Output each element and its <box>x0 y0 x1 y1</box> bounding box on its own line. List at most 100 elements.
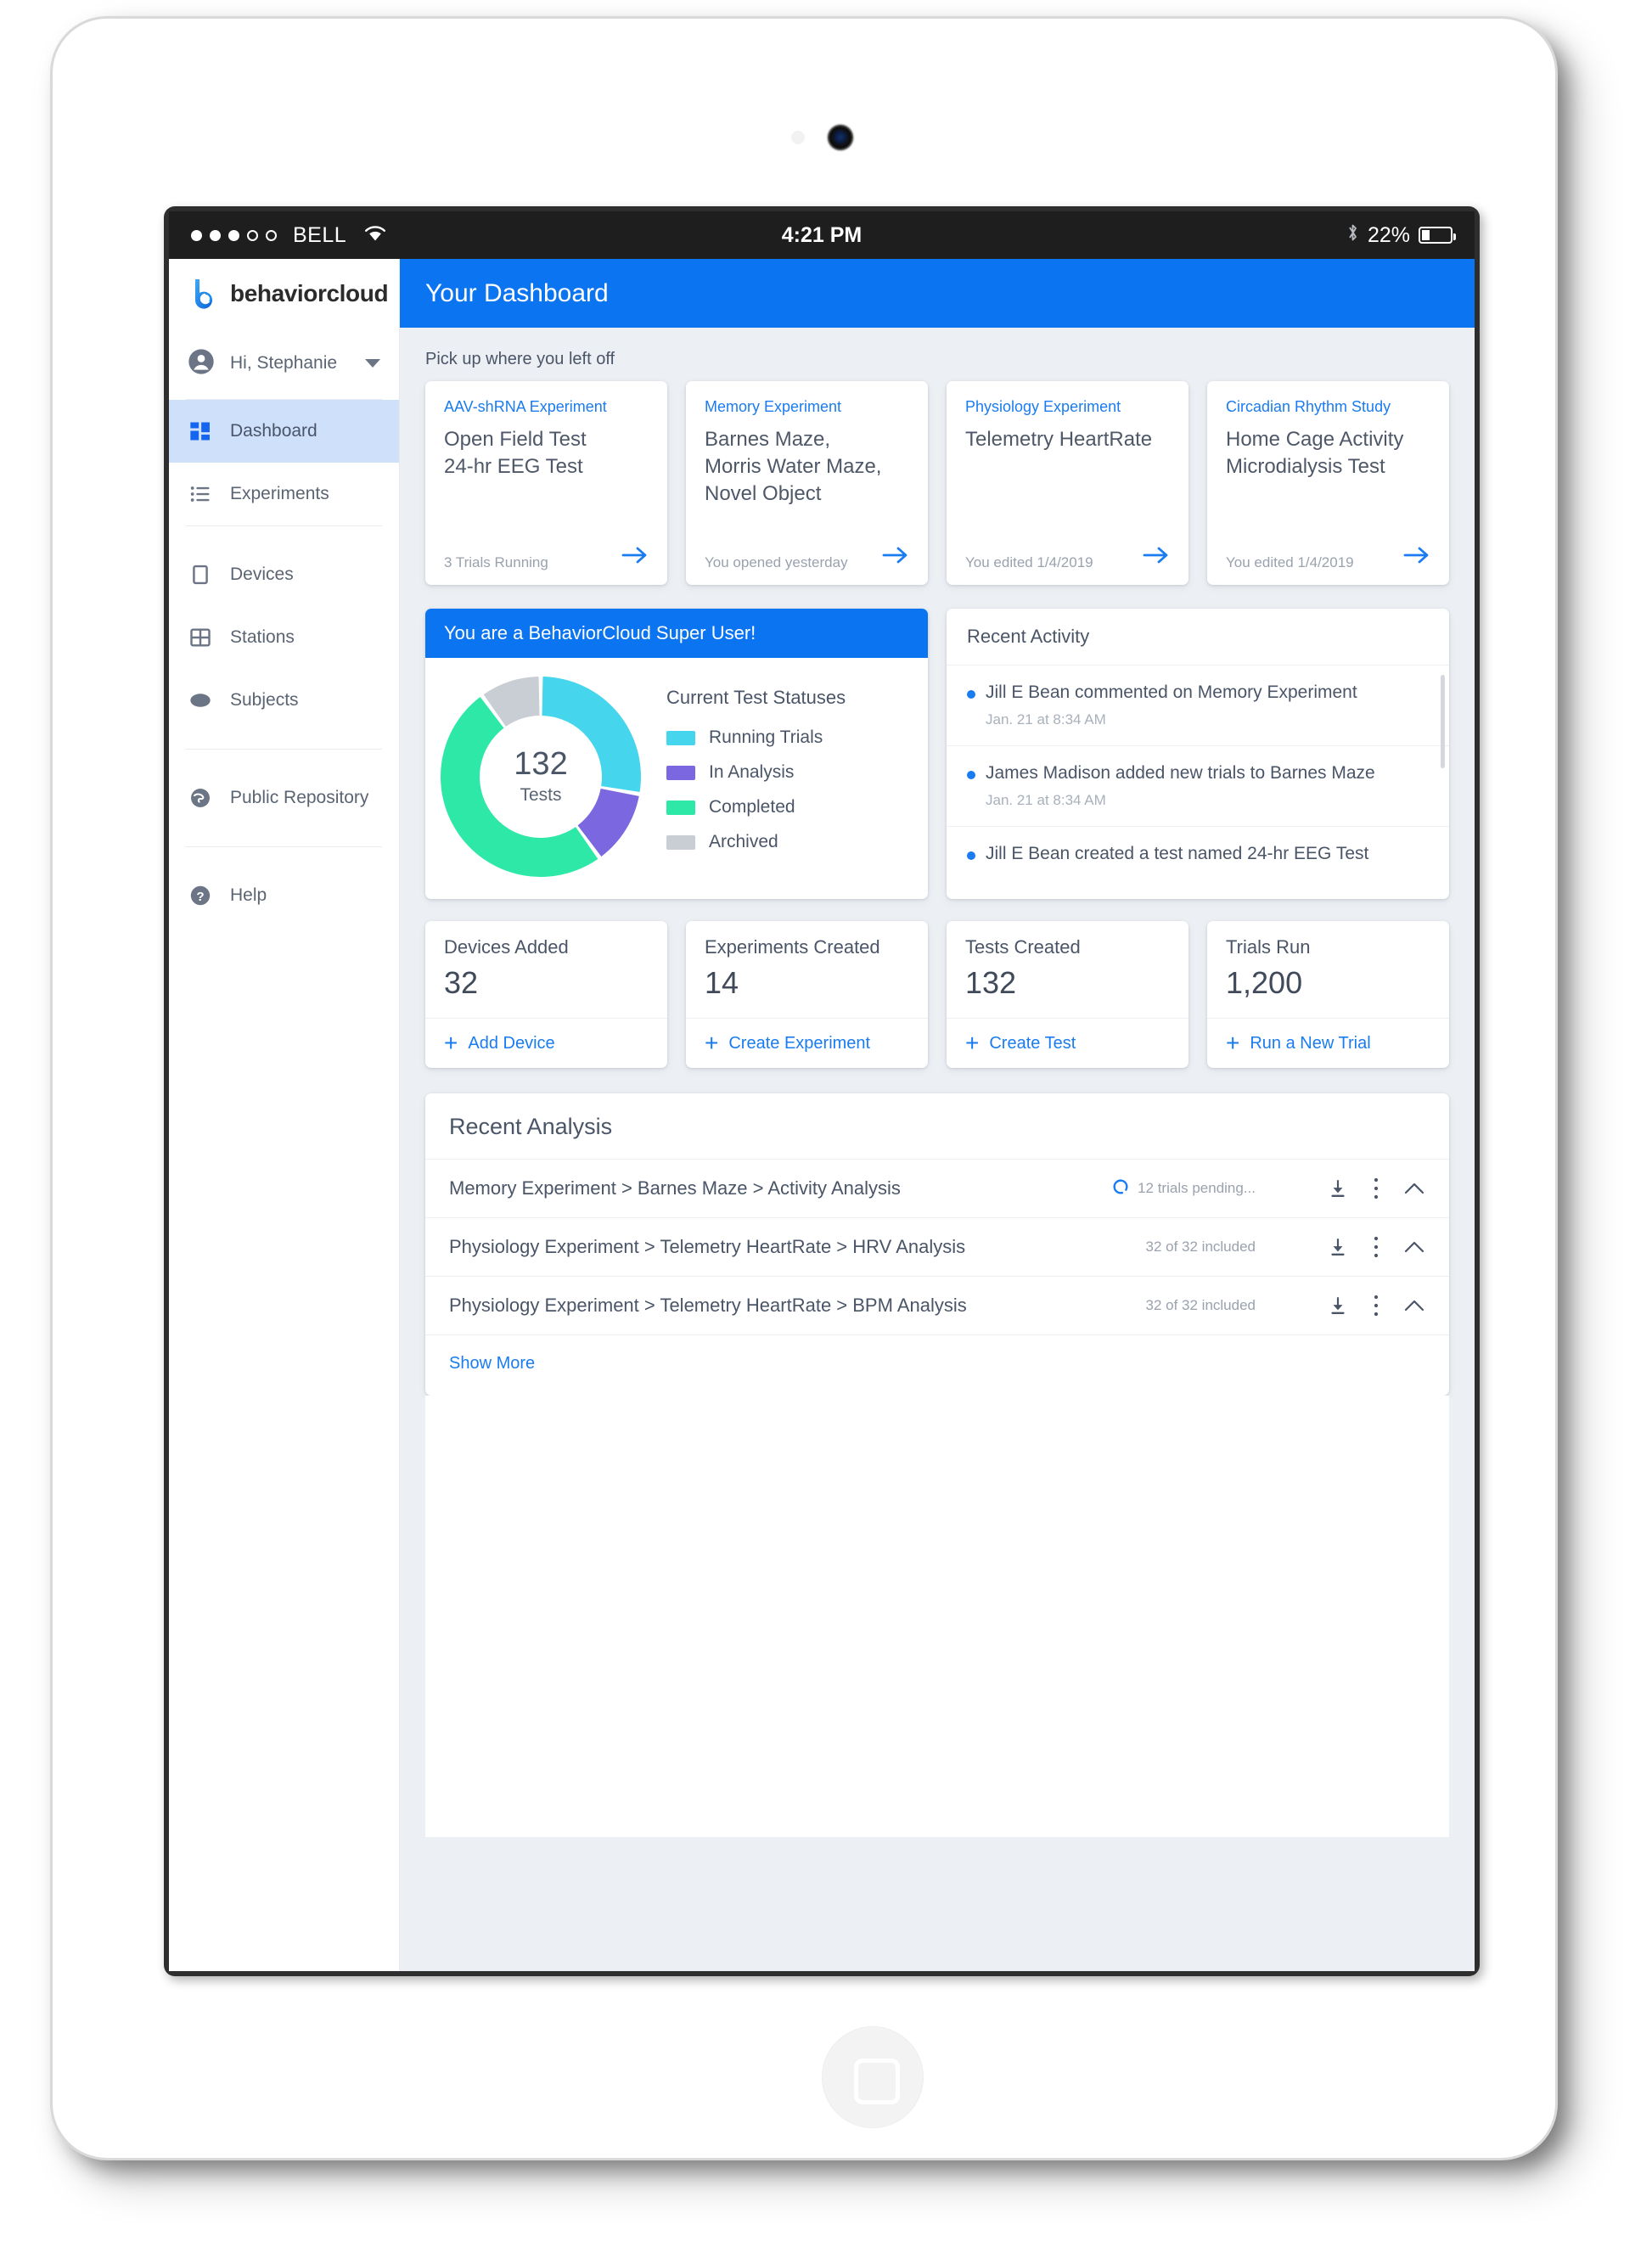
arrow-right-icon[interactable] <box>621 544 649 571</box>
activity-item[interactable]: Jill E Bean created a test named 24-hr E… <box>947 827 1449 899</box>
legend-item-completed: Completed <box>666 797 846 817</box>
bluetooth-icon <box>1346 222 1359 249</box>
donut-total-value: 132 <box>514 746 568 782</box>
chevron-down-icon[interactable] <box>365 359 380 368</box>
stat-card-experiments-created: Experiments Created 14 + Create Experime… <box>686 921 928 1068</box>
sidebar-brand-row: behaviorcloud <box>169 259 399 328</box>
sidebar-label-devices: Devices <box>230 565 294 584</box>
download-icon[interactable] <box>1327 1177 1349 1199</box>
recent-analysis-title: Recent Analysis <box>449 1114 613 1139</box>
activity-item[interactable]: Jill E Bean commented on Memory Experime… <box>947 666 1449 746</box>
chevron-up-icon[interactable] <box>1403 1181 1425 1196</box>
sidebar-label-public-repository: Public Repository <box>230 788 369 807</box>
signal-dot-3 <box>228 229 239 241</box>
stat-value: 1,200 <box>1226 965 1303 1000</box>
sidebar-item-devices[interactable]: Devices <box>169 543 399 606</box>
resume-card[interactable]: Memory Experiment Barnes Maze, Morris Wa… <box>686 381 928 585</box>
activity-text: James Madison added new trials to Barnes… <box>986 763 1375 783</box>
activity-text: Jill E Bean created a test named 24-hr E… <box>986 844 1369 863</box>
activity-scrollbar[interactable] <box>1441 675 1445 768</box>
analysis-row[interactable]: Physiology Experiment > Telemetry HeartR… <box>425 1276 1449 1334</box>
resume-experiment-name: AAV-shRNA Experiment <box>444 398 607 415</box>
add-device-label: Add Device <box>468 1033 555 1053</box>
stat-value: 32 <box>444 965 479 1000</box>
recent-activity-card: Recent Activity Jill E Bean commented on… <box>947 609 1449 899</box>
show-more-link[interactable]: Show More <box>449 1354 535 1373</box>
main-scroll-area[interactable]: Pick up where you left off AAV-shRNA Exp… <box>400 328 1475 1971</box>
resume-card[interactable]: AAV-shRNA Experiment Open Field Test 24-… <box>425 381 667 585</box>
resume-card-footer: You edited 1/4/2019 <box>1226 544 1430 571</box>
sidebar-item-help[interactable]: ? Help <box>169 864 399 927</box>
analysis-row[interactable]: Physiology Experiment > Telemetry HeartR… <box>425 1217 1449 1276</box>
legend-label-archived: Archived <box>709 832 778 851</box>
sidebar-label-dashboard: Dashboard <box>230 421 317 441</box>
resume-card[interactable]: Physiology Experiment Telemetry HeartRat… <box>947 381 1188 585</box>
plus-icon: + <box>705 1030 719 1056</box>
analysis-breadcrumb: Physiology Experiment > Telemetry HeartR… <box>449 1236 966 1257</box>
legend-swatch-archived <box>666 834 695 850</box>
analysis-breadcrumb: Memory Experiment > Barnes Maze > Activi… <box>449 1177 901 1199</box>
stat-label: Experiments Created <box>705 936 880 958</box>
more-vertical-icon[interactable] <box>1373 1177 1379 1200</box>
activity-bullet-icon <box>967 771 975 779</box>
arrow-right-icon[interactable] <box>1143 544 1170 571</box>
dashboard-grid-icon <box>188 419 213 444</box>
resume-test-list: Barnes Maze, Morris Water Maze, Novel Ob… <box>705 428 882 506</box>
analysis-row[interactable]: Memory Experiment > Barnes Maze > Activi… <box>425 1159 1449 1217</box>
sidebar-item-subjects[interactable]: Subjects <box>169 669 399 732</box>
sidebar-label-stations: Stations <box>230 627 295 647</box>
stat-top: Experiments Created 14 <box>686 921 928 1018</box>
signal-dot-2 <box>210 229 221 241</box>
activity-item[interactable]: James Madison added new trials to Barnes… <box>947 746 1449 827</box>
status-bar-left: BELL <box>191 223 386 248</box>
add-device-button[interactable]: + Add Device <box>425 1018 667 1068</box>
home-button[interactable] <box>822 2026 924 2128</box>
analysis-row-actions <box>1327 1294 1425 1317</box>
arrow-right-icon[interactable] <box>1403 544 1430 571</box>
run-new-trial-button[interactable]: + Run a New Trial <box>1207 1018 1449 1068</box>
create-experiment-button[interactable]: + Create Experiment <box>686 1018 928 1068</box>
test-status-donut-chart: 132 Tests <box>437 673 644 880</box>
stat-value: 14 <box>705 965 739 1000</box>
main-content: Your Dashboard Pick up where you left of… <box>400 259 1475 1971</box>
legend-label-running-trials: Running Trials <box>709 727 823 747</box>
status-bar-right: 22% <box>1346 222 1456 249</box>
activity-bullet-icon <box>967 690 975 699</box>
spinner-icon <box>1111 1177 1130 1200</box>
sidebar-item-experiments[interactable]: Experiments <box>169 463 399 525</box>
stat-top: Tests Created 132 <box>947 921 1188 1018</box>
battery-percent-label: 22% <box>1367 222 1410 247</box>
sidebar-user-menu[interactable]: Hi, Stephanie <box>169 328 399 399</box>
arrow-right-icon[interactable] <box>882 544 909 571</box>
plus-icon: + <box>965 1030 980 1056</box>
legend-label-in-analysis: In Analysis <box>709 762 795 782</box>
sidebar-label-experiments: Experiments <box>230 484 329 503</box>
create-test-button[interactable]: + Create Test <box>947 1018 1188 1068</box>
download-icon[interactable] <box>1327 1295 1349 1317</box>
super-user-card: You are a BehaviorCloud Super User! 132 … <box>425 609 928 899</box>
sidebar-item-stations[interactable]: Stations <box>169 606 399 669</box>
resume-card[interactable]: Circadian Rhythm Study Home Cage Activit… <box>1207 381 1449 585</box>
chevron-up-icon[interactable] <box>1403 1298 1425 1313</box>
donut-center-label: 132 Tests <box>437 673 644 880</box>
activity-bullet-icon <box>967 851 975 860</box>
content-filler <box>425 1396 1449 1837</box>
legend-title: Current Test Statuses <box>666 687 846 708</box>
resume-section-label: Pick up where you left off <box>425 350 615 368</box>
user-greeting: Hi, Stephanie <box>230 353 338 373</box>
super-user-banner: You are a BehaviorCloud Super User! <box>425 609 928 658</box>
plus-icon: + <box>444 1030 458 1056</box>
more-vertical-icon[interactable] <box>1373 1235 1379 1259</box>
globe-icon <box>188 785 213 811</box>
sidebar-item-dashboard[interactable]: Dashboard <box>169 400 399 463</box>
sidebar-item-public-repository[interactable]: Public Repository <box>169 767 399 829</box>
more-vertical-icon[interactable] <box>1373 1294 1379 1317</box>
brand-name: behaviorcloud <box>230 279 389 306</box>
chevron-up-icon[interactable] <box>1403 1239 1425 1255</box>
resume-test-list: Home Cage Activity Microdialysis Test <box>1226 428 1404 479</box>
recent-activity-title: Recent Activity <box>947 609 1449 666</box>
download-icon[interactable] <box>1327 1236 1349 1258</box>
